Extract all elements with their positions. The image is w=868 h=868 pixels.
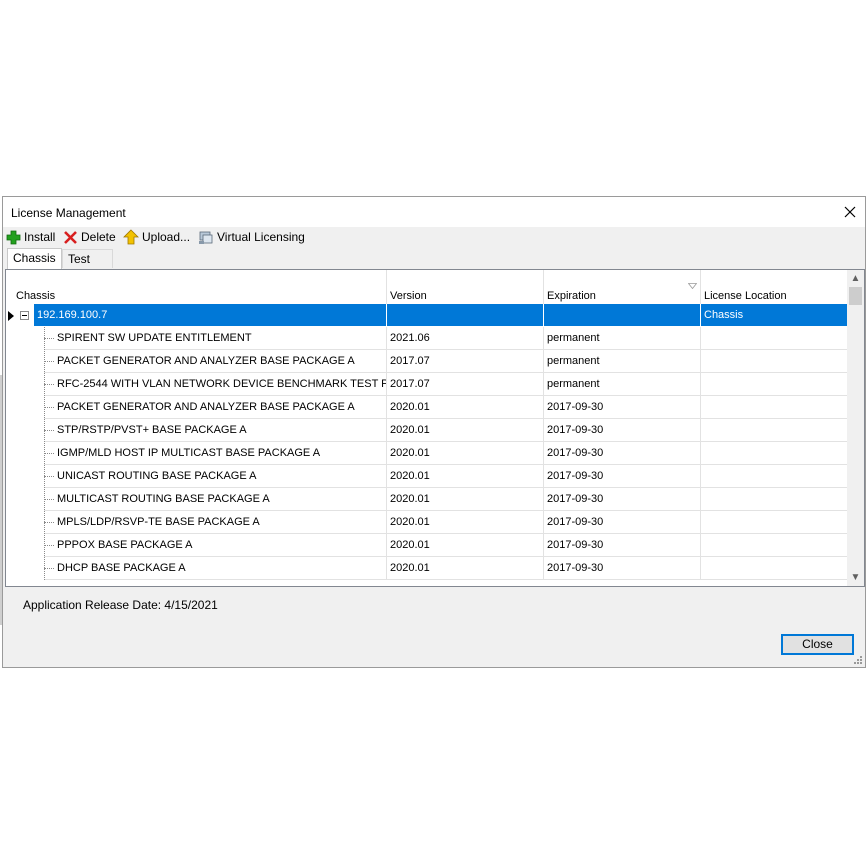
install-button[interactable]: Install — [6, 228, 55, 246]
license-expiration-cell: 2017-09-30 — [544, 465, 701, 488]
table-row[interactable]: PACKET GENERATOR AND ANALYZER BASE PACKA… — [6, 396, 848, 419]
scroll-thumb[interactable] — [849, 287, 862, 305]
license-location-cell — [701, 511, 848, 534]
toolbar: Install Delete Upload... Virtual Licensi… — [3, 227, 865, 247]
chassis-name-cell: 192.169.100.7 — [34, 304, 387, 327]
license-version-cell: 2020.01 — [387, 442, 544, 465]
license-expiration-cell: permanent — [544, 350, 701, 373]
row-pointer-icon — [8, 311, 14, 321]
tab-chassis[interactable]: Chassis — [7, 248, 62, 269]
scroll-down-icon[interactable]: ▼ — [847, 569, 864, 586]
license-version-cell: 2020.01 — [387, 396, 544, 419]
license-location-cell — [701, 465, 848, 488]
column-header-expiration[interactable]: Expiration — [544, 270, 701, 304]
license-expiration-cell: 2017-09-30 — [544, 419, 701, 442]
tree-vertical-line — [44, 327, 45, 580]
license-location-cell — [701, 557, 848, 580]
license-expiration-cell: 2017-09-30 — [544, 442, 701, 465]
tab-test-module[interactable]: Test Module — [62, 249, 114, 284]
table-row[interactable]: STP/RSTP/PVST+ BASE PACKAGE A 2020.01 2017… — [6, 419, 848, 442]
license-version-cell: 2017.07 — [387, 350, 544, 373]
license-expiration-cell: 2017-09-30 — [544, 534, 701, 557]
license-location-cell — [701, 373, 848, 396]
license-version-cell: 2020.01 — [387, 557, 544, 580]
up-arrow-icon — [123, 229, 139, 245]
license-name-cell: STP/RSTP/PVST+ BASE PACKAGE A — [44, 419, 387, 442]
license-expiration-cell: 2017-09-30 — [544, 396, 701, 419]
license-name-cell: PPPOX BASE PACKAGE A — [44, 534, 387, 557]
license-location-cell — [701, 442, 848, 465]
license-version-cell: 2020.01 — [387, 511, 544, 534]
license-name-cell: PACKET GENERATOR AND ANALYZER BASE PACKA… — [44, 396, 387, 419]
license-name-cell: SPIRENT SW UPDATE ENTITLEMENT — [44, 327, 387, 350]
license-location-cell — [701, 419, 848, 442]
dialog-title: License Management — [11, 206, 126, 220]
table-row[interactable]: DHCP BASE PACKAGE A 2020.01 2017-09-30 — [6, 557, 848, 580]
license-management-dialog: License Management Install Delete Upload… — [2, 196, 866, 668]
column-header-license-location[interactable]: License Location — [701, 270, 848, 304]
virtual-licensing-button[interactable]: Virtual Licensing — [198, 228, 305, 246]
license-expiration-cell: 2017-09-30 — [544, 511, 701, 534]
sort-arrow-icon — [688, 283, 697, 289]
delete-label: Delete — [81, 230, 116, 244]
license-version-cell: 2020.01 — [387, 534, 544, 557]
chassis-expiration-cell — [544, 304, 701, 327]
vertical-scrollbar[interactable]: ▲ ▼ — [847, 270, 864, 586]
license-version-cell: 2021.06 — [387, 327, 544, 350]
close-icon[interactable] — [841, 203, 859, 221]
scroll-up-icon[interactable]: ▲ — [847, 270, 864, 287]
license-expiration-cell: 2017-09-30 — [544, 488, 701, 511]
title-bar: License Management — [3, 197, 865, 227]
license-name-cell: UNICAST ROUTING BASE PACKAGE A — [44, 465, 387, 488]
release-date-text: Application Release Date: 4/15/2021 — [23, 598, 218, 612]
license-name-cell: PACKET GENERATOR AND ANALYZER BASE PACKA… — [44, 350, 387, 373]
license-location-cell — [701, 488, 848, 511]
license-version-cell: 2020.01 — [387, 419, 544, 442]
table-row[interactable]: PPPOX BASE PACKAGE A 2020.01 2017-09-30 — [6, 534, 848, 557]
license-expiration-cell: 2017-09-30 — [544, 557, 701, 580]
license-grid: Chassis Version Expiration License Locat… — [5, 269, 865, 587]
delete-button[interactable]: Delete — [63, 228, 116, 246]
upload-button[interactable]: Upload... — [123, 228, 190, 246]
table-row[interactable]: UNICAST ROUTING BASE PACKAGE A 2020.01 201… — [6, 465, 848, 488]
table-row[interactable]: MPLS/LDP/RSVP-TE BASE PACKAGE A 2020.01 20… — [6, 511, 848, 534]
license-version-cell: 2020.01 — [387, 465, 544, 488]
plus-icon — [6, 230, 21, 244]
table-row[interactable]: IGMP/MLD HOST IP MULTICAST BASE PACKAGE … — [6, 442, 848, 465]
virtual-licensing-icon — [199, 231, 213, 244]
license-expiration-cell: permanent — [544, 327, 701, 350]
table-row-chassis[interactable]: 192.169.100.7 Chassis — [6, 304, 848, 327]
chassis-location-cell: Chassis — [701, 304, 848, 327]
license-location-cell — [701, 534, 848, 557]
license-location-cell — [701, 396, 848, 419]
license-version-cell: 2017.07 — [387, 373, 544, 396]
license-name-cell: RFC-2544 WITH VLAN NETWORK DEVICE BENCHM… — [44, 373, 387, 396]
resize-grip-icon[interactable] — [853, 655, 863, 665]
chassis-version-cell — [387, 304, 544, 327]
column-header-version[interactable]: Version — [387, 270, 544, 304]
license-name-cell: MPLS/LDP/RSVP-TE BASE PACKAGE A — [44, 511, 387, 534]
license-name-cell: MULTICAST ROUTING BASE PACKAGE A — [44, 488, 387, 511]
license-expiration-cell: permanent — [544, 373, 701, 396]
table-row[interactable]: RFC-2544 WITH VLAN NETWORK DEVICE BENCHM… — [6, 373, 848, 396]
license-name-cell: DHCP BASE PACKAGE A — [44, 557, 387, 580]
x-icon — [64, 230, 77, 244]
collapse-icon[interactable] — [20, 311, 29, 320]
table-row[interactable]: MULTICAST ROUTING BASE PACKAGE A 2020.01 2… — [6, 488, 848, 511]
column-header-chassis[interactable]: Chassis — [6, 270, 387, 304]
license-name-cell: IGMP/MLD HOST IP MULTICAST BASE PACKAGE … — [44, 442, 387, 465]
virtual-licensing-label: Virtual Licensing — [217, 230, 305, 244]
license-version-cell: 2020.01 — [387, 488, 544, 511]
install-label: Install — [24, 230, 56, 244]
license-location-cell — [701, 327, 848, 350]
close-button[interactable]: Close — [781, 634, 854, 655]
upload-label: Upload... — [142, 230, 191, 244]
license-location-cell — [701, 350, 848, 373]
table-row[interactable]: PACKET GENERATOR AND ANALYZER BASE PACKA… — [6, 350, 848, 373]
table-row[interactable]: SPIRENT SW UPDATE ENTITLEMENT 2021.06 perm… — [6, 327, 848, 350]
